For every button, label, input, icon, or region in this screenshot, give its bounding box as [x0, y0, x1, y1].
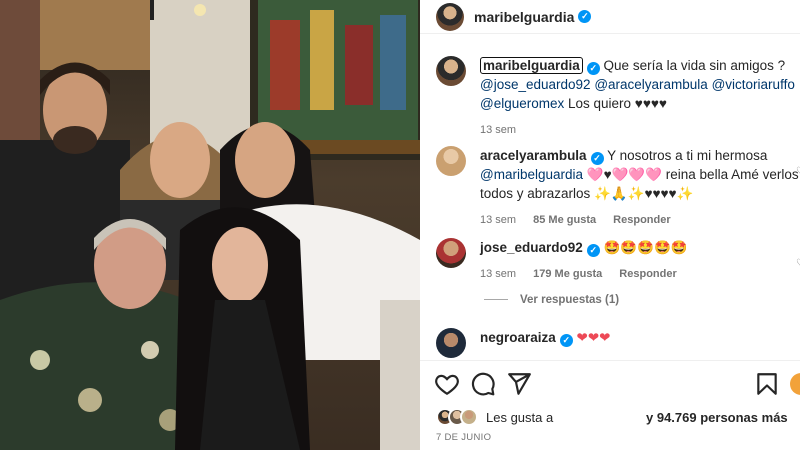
caption-avatar[interactable] [436, 56, 466, 86]
liker-avatar [460, 408, 478, 426]
comment-username[interactable]: aracelyarambula [480, 148, 587, 163]
replies-divider [484, 299, 508, 301]
comment-like-heart-icon[interactable]: ♡ [796, 258, 800, 269]
liked-by-label: Les gusta a [486, 409, 554, 425]
comment-username[interactable]: negroaraiza [480, 330, 556, 345]
group-photo-illustration [0, 0, 420, 450]
verified-badge-icon: ✓ [559, 334, 573, 347]
comment-text: 🤩🤩🤩🤩🤩 [603, 240, 688, 255]
caption-time: 13 sem [480, 124, 517, 136]
author-username[interactable]: maribelguardia [474, 9, 574, 25]
post-photo[interactable] [0, 0, 420, 450]
post-side-panel: maribelguardia ✓ maribelguardia ✓ Que ser… [420, 0, 800, 450]
view-replies-label: Ver respuestas (1) [520, 294, 620, 306]
comment-text: Y nosotros a ti mi hermosa [607, 148, 768, 163]
verified-badge-icon: ✓ [578, 10, 592, 23]
save-icon[interactable] [754, 371, 780, 397]
comment-icon[interactable] [470, 371, 496, 397]
share-icon[interactable] [506, 371, 532, 397]
comment-avatar[interactable] [436, 146, 466, 176]
comment-likes[interactable]: 85 Me gusta [533, 214, 596, 226]
verified-badge-icon: ✓ [590, 152, 604, 165]
author-avatar[interactable] [436, 2, 464, 31]
comment-time: 13 sem [480, 268, 517, 280]
mention-link[interactable]: @aracelyarambula [594, 77, 708, 92]
comment-like-heart-icon[interactable]: ♡ [796, 166, 800, 177]
caption-tail: Los quiero ♥♥♥♥ [568, 96, 667, 111]
post-date: 7 DE JUNIO [436, 432, 492, 443]
likes-count[interactable]: y 94.769 personas más [646, 410, 788, 425]
caption-text: Que sería la vida sin amigos ? [603, 58, 786, 73]
post-header: maribelguardia ✓ [420, 0, 800, 34]
view-replies-button[interactable]: Ver respuestas (1) [484, 294, 619, 306]
heart-icon[interactable] [434, 371, 460, 397]
reply-button[interactable]: Responder [613, 214, 670, 226]
verified-badge-icon: ✓ [586, 244, 600, 257]
mention-link[interactable]: @victoriaruffo [712, 77, 795, 92]
comments-list[interactable]: maribelguardia ✓ Que sería la vida sin am… [420, 46, 800, 358]
mention-link[interactable]: @jose_eduardo92 [480, 77, 591, 92]
comment-likes[interactable]: 179 Me gusta [533, 268, 602, 280]
comment-avatar[interactable] [436, 238, 466, 268]
caption-username[interactable]: maribelguardia [480, 57, 583, 74]
comment-username[interactable]: jose_eduardo92 [480, 240, 583, 255]
comment-avatar[interactable] [436, 328, 466, 358]
verified-badge-icon: ✓ [586, 62, 600, 75]
likes-row[interactable]: Les gusta a y 94.769 personas más [436, 406, 800, 428]
reply-button[interactable]: Responder [619, 268, 676, 280]
comment-time: 13 sem [480, 214, 517, 226]
mention-link[interactable]: @elgueromex [480, 96, 564, 111]
mention-link[interactable]: @maribelguardia [480, 167, 583, 182]
comment-text: ❤❤❤ [576, 330, 611, 345]
reel-badge-icon[interactable] [790, 373, 800, 395]
action-bar [420, 360, 800, 406]
